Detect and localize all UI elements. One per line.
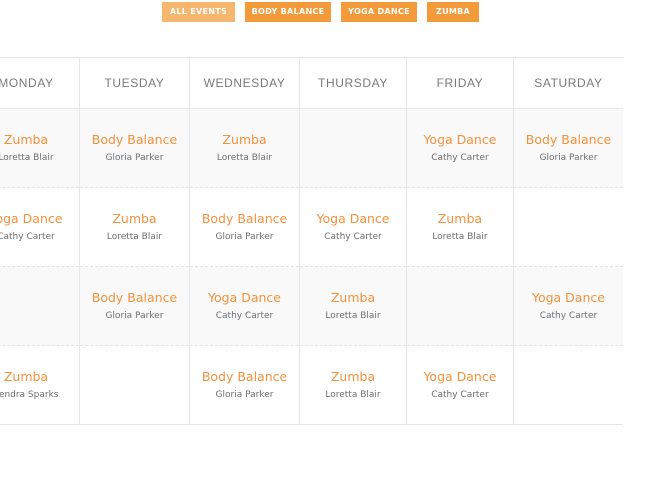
event-instructor: Loretta Blair: [216, 153, 273, 163]
schedule-body: Zumba Loretta Blair Body Balance Gloria Par…: [0, 108, 623, 425]
schedule-cell: Yoga Dance Cathy Carter: [188, 266, 300, 346]
schedule-page: ALL EVENTS BODY BALANCE YOGA DANCE ZUMBA…: [0, 0, 650, 480]
schedule-cell: Zumba Loretta Blair: [299, 345, 407, 425]
event-title-link[interactable]: Zumba: [300, 290, 406, 306]
day-header-friday: FRIDAY: [405, 57, 514, 109]
event-instructor: Gloria Parker: [105, 153, 164, 163]
schedule-cell: Body Balance Gloria Parker: [512, 108, 623, 188]
schedule-cell: Yoga Dance Cathy Carter: [299, 187, 407, 267]
schedule-row: Zumba Loretta Blair Body Balance Gloria Par…: [0, 108, 623, 188]
schedule-cell: Body Balance Gloria Parker: [78, 266, 190, 346]
event-instructor: Loretta Blair: [432, 232, 488, 242]
schedule-cell: Zumba Loretta Blair: [188, 108, 300, 188]
filter-zumba-button[interactable]: ZUMBA: [427, 2, 479, 22]
event-instructor: Cathy Carter: [431, 390, 489, 400]
schedule-cell: [299, 108, 407, 188]
event-instructor: Cathy Carter: [539, 311, 598, 321]
event-title-link[interactable]: Yoga Dance: [190, 290, 299, 306]
event-instructor: Loretta Blair: [325, 311, 381, 321]
schedule-cell: Body Balance Gloria Parker: [188, 345, 300, 425]
schedule-cell: Yoga Dance Cathy Carter: [405, 345, 514, 425]
weekly-schedule-table: MONDAY TUESDAY WEDNESDAY THURSDAY FRIDAY SATU…: [0, 57, 623, 425]
event-instructor: Cathy Carter: [215, 311, 274, 321]
event-title-link[interactable]: Zumba: [80, 211, 189, 227]
day-header-row: MONDAY TUESDAY WEDNESDAY THURSDAY FRIDAY SATU…: [0, 57, 623, 109]
event-title-link[interactable]: Body Balance: [80, 290, 189, 306]
day-header-thursday: THURSDAY: [299, 57, 407, 109]
schedule-cell: [78, 345, 190, 425]
filter-all-events-button[interactable]: ALL EVENTS: [162, 2, 235, 22]
schedule-row: Zumba Kendra Sparks Body Balance Gloria Par…: [0, 345, 623, 425]
schedule-row: Body Balance Gloria Parker Yoga Dance Cathy…: [0, 266, 623, 346]
day-header-saturday: SATURDAY: [512, 57, 623, 109]
event-instructor: Cathy Carter: [431, 153, 489, 163]
filter-body-balance-button[interactable]: BODY BALANCE: [245, 2, 331, 22]
event-instructor: Cathy Carter: [0, 232, 55, 242]
schedule-cell: Body Balance Gloria Parker: [78, 108, 190, 188]
schedule-cell: [405, 266, 514, 346]
event-instructor: Loretta Blair: [0, 153, 54, 163]
schedule-cell: Yoga Dance Cathy Carter: [0, 187, 80, 267]
event-instructor: Gloria Parker: [105, 311, 164, 321]
event-title-link[interactable]: Yoga Dance: [300, 211, 406, 227]
event-instructor: Gloria Parker: [215, 390, 274, 400]
day-header-tuesday: TUESDAY: [78, 57, 190, 109]
schedule-cell: Yoga Dance Cathy Carter: [512, 266, 623, 346]
schedule-cell: Zumba Loretta Blair: [78, 187, 190, 267]
schedule-cell: [512, 345, 623, 425]
schedule-row: Yoga Dance Cathy Carter Zumba Loretta Blair…: [0, 187, 623, 267]
schedule-cell: [0, 266, 80, 346]
schedule-cell: [512, 187, 623, 267]
event-title-link[interactable]: Yoga Dance: [407, 132, 513, 148]
event-title-link[interactable]: Zumba: [407, 211, 513, 227]
schedule-cell: Yoga Dance Cathy Carter: [405, 108, 514, 188]
event-title-link[interactable]: Zumba: [0, 132, 79, 148]
event-title-link[interactable]: Yoga Dance: [514, 290, 623, 306]
event-instructor: Loretta Blair: [106, 232, 163, 242]
event-title-link[interactable]: Body Balance: [514, 132, 623, 148]
event-title-link[interactable]: Body Balance: [190, 211, 299, 227]
event-title-link[interactable]: Yoga Dance: [407, 369, 513, 385]
event-title-link[interactable]: Zumba: [0, 369, 79, 385]
schedule-cell: Body Balance Gloria Parker: [188, 187, 300, 267]
event-filter-bar: ALL EVENTS BODY BALANCE YOGA DANCE ZUMBA: [0, 2, 650, 22]
event-title-link[interactable]: Zumba: [300, 369, 406, 385]
schedule-cell: Zumba Loretta Blair: [405, 187, 514, 267]
schedule-cell: Zumba Loretta Blair: [299, 266, 407, 346]
event-title-link[interactable]: Body Balance: [190, 369, 299, 385]
day-header-wednesday: WEDNESDAY: [188, 57, 300, 109]
event-instructor: Kendra Sparks: [0, 390, 59, 400]
schedule-cell: Zumba Loretta Blair: [0, 108, 80, 188]
filter-yoga-dance-button[interactable]: YOGA DANCE: [341, 2, 417, 22]
event-title-link[interactable]: Yoga Dance: [0, 211, 79, 227]
day-header-monday: MONDAY: [0, 57, 80, 109]
event-instructor: Cathy Carter: [324, 232, 382, 242]
event-instructor: Gloria Parker: [215, 232, 274, 242]
event-title-link[interactable]: Zumba: [190, 132, 299, 148]
schedule-cell: Zumba Kendra Sparks: [0, 345, 80, 425]
event-instructor: Loretta Blair: [325, 390, 381, 400]
event-instructor: Gloria Parker: [539, 153, 598, 163]
event-title-link[interactable]: Body Balance: [80, 132, 189, 148]
